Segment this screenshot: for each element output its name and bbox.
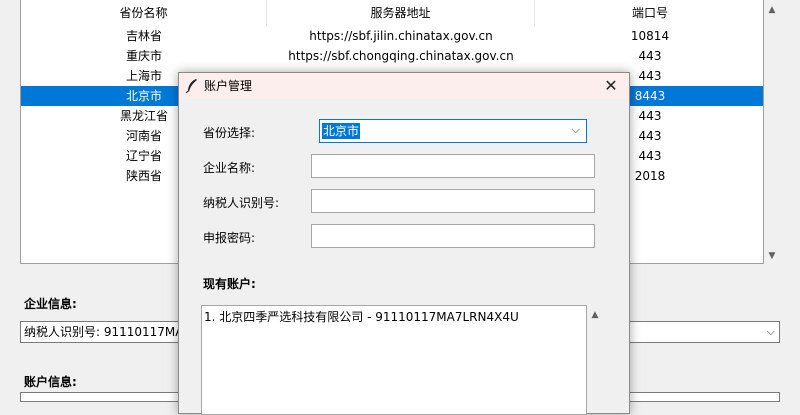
cell-port: 443 — [638, 49, 662, 63]
tax-id-input[interactable] — [311, 189, 595, 213]
company-name-input[interactable] — [311, 154, 595, 178]
province-select-label: 省份选择: — [203, 126, 256, 140]
feather-icon — [185, 79, 197, 94]
table-scrollbar[interactable]: ▲ ▼ — [764, 0, 780, 264]
header-province[interactable]: 省份名称 — [21, 0, 267, 26]
accounts-listbox[interactable]: 1. 北京四季严选科技有限公司 - 91110117MA7LRN4X4U — [201, 305, 587, 415]
table-row[interactable]: 重庆市 https://sbf.chongqing.chinatax.gov.c… — [21, 46, 763, 66]
cell-port: 10814 — [630, 29, 670, 43]
company-name-label: 企业名称: — [203, 161, 256, 175]
cell-province: 吉林省 — [125, 29, 162, 43]
cell-server: https://sbf.chongqing.chinatax.gov.cn — [288, 49, 514, 63]
cell-server: https://sbf.jilin.chinatax.gov.cn — [309, 29, 493, 43]
existing-accounts-label: 现有账户: — [203, 277, 256, 291]
password-label: 申报密码: — [203, 231, 256, 245]
password-input[interactable] — [311, 224, 595, 248]
dialog-title: 账户管理 — [204, 79, 253, 93]
chevron-down-icon[interactable]: ⌵ — [572, 123, 580, 137]
scroll-down-icon[interactable]: ▼ — [764, 248, 780, 264]
account-management-dialog: 账户管理 ✕ 省份选择: 北京市 ⌵ 企业名称: 纳税人识别号: 申报密码: 现… — [178, 72, 630, 415]
dialog-titlebar[interactable]: 账户管理 ✕ — [179, 73, 629, 99]
cell-province: 重庆市 — [125, 49, 162, 63]
enterprise-combobox-value: 纳税人识别号: 91110117MA — [24, 325, 184, 339]
account-info-label: 账户信息: — [24, 375, 77, 389]
close-icon[interactable]: ✕ — [599, 73, 623, 99]
table-header: 省份名称 服务器地址 端口号 — [21, 0, 763, 26]
header-port[interactable]: 端口号 — [535, 0, 765, 26]
enterprise-info-label: 企业信息: — [24, 297, 77, 311]
list-item[interactable]: 1. 北京四季严选科技有限公司 - 91110117MA7LRN4X4U — [204, 308, 519, 325]
scroll-up-icon[interactable]: ▲ — [764, 2, 780, 18]
tax-id-label: 纳税人识别号: — [203, 196, 280, 210]
accounts-scrollbar[interactable]: ▲ — [587, 305, 603, 415]
table-row[interactable]: 吉林省 https://sbf.jilin.chinatax.gov.cn 10… — [21, 26, 763, 46]
province-select[interactable]: 北京市 ⌵ — [319, 119, 587, 143]
province-select-value: 北京市 — [322, 123, 361, 139]
scroll-up-icon[interactable]: ▲ — [587, 307, 603, 323]
chevron-down-icon[interactable]: ⌵ — [767, 322, 775, 342]
header-server[interactable]: 服务器地址 — [267, 0, 535, 26]
